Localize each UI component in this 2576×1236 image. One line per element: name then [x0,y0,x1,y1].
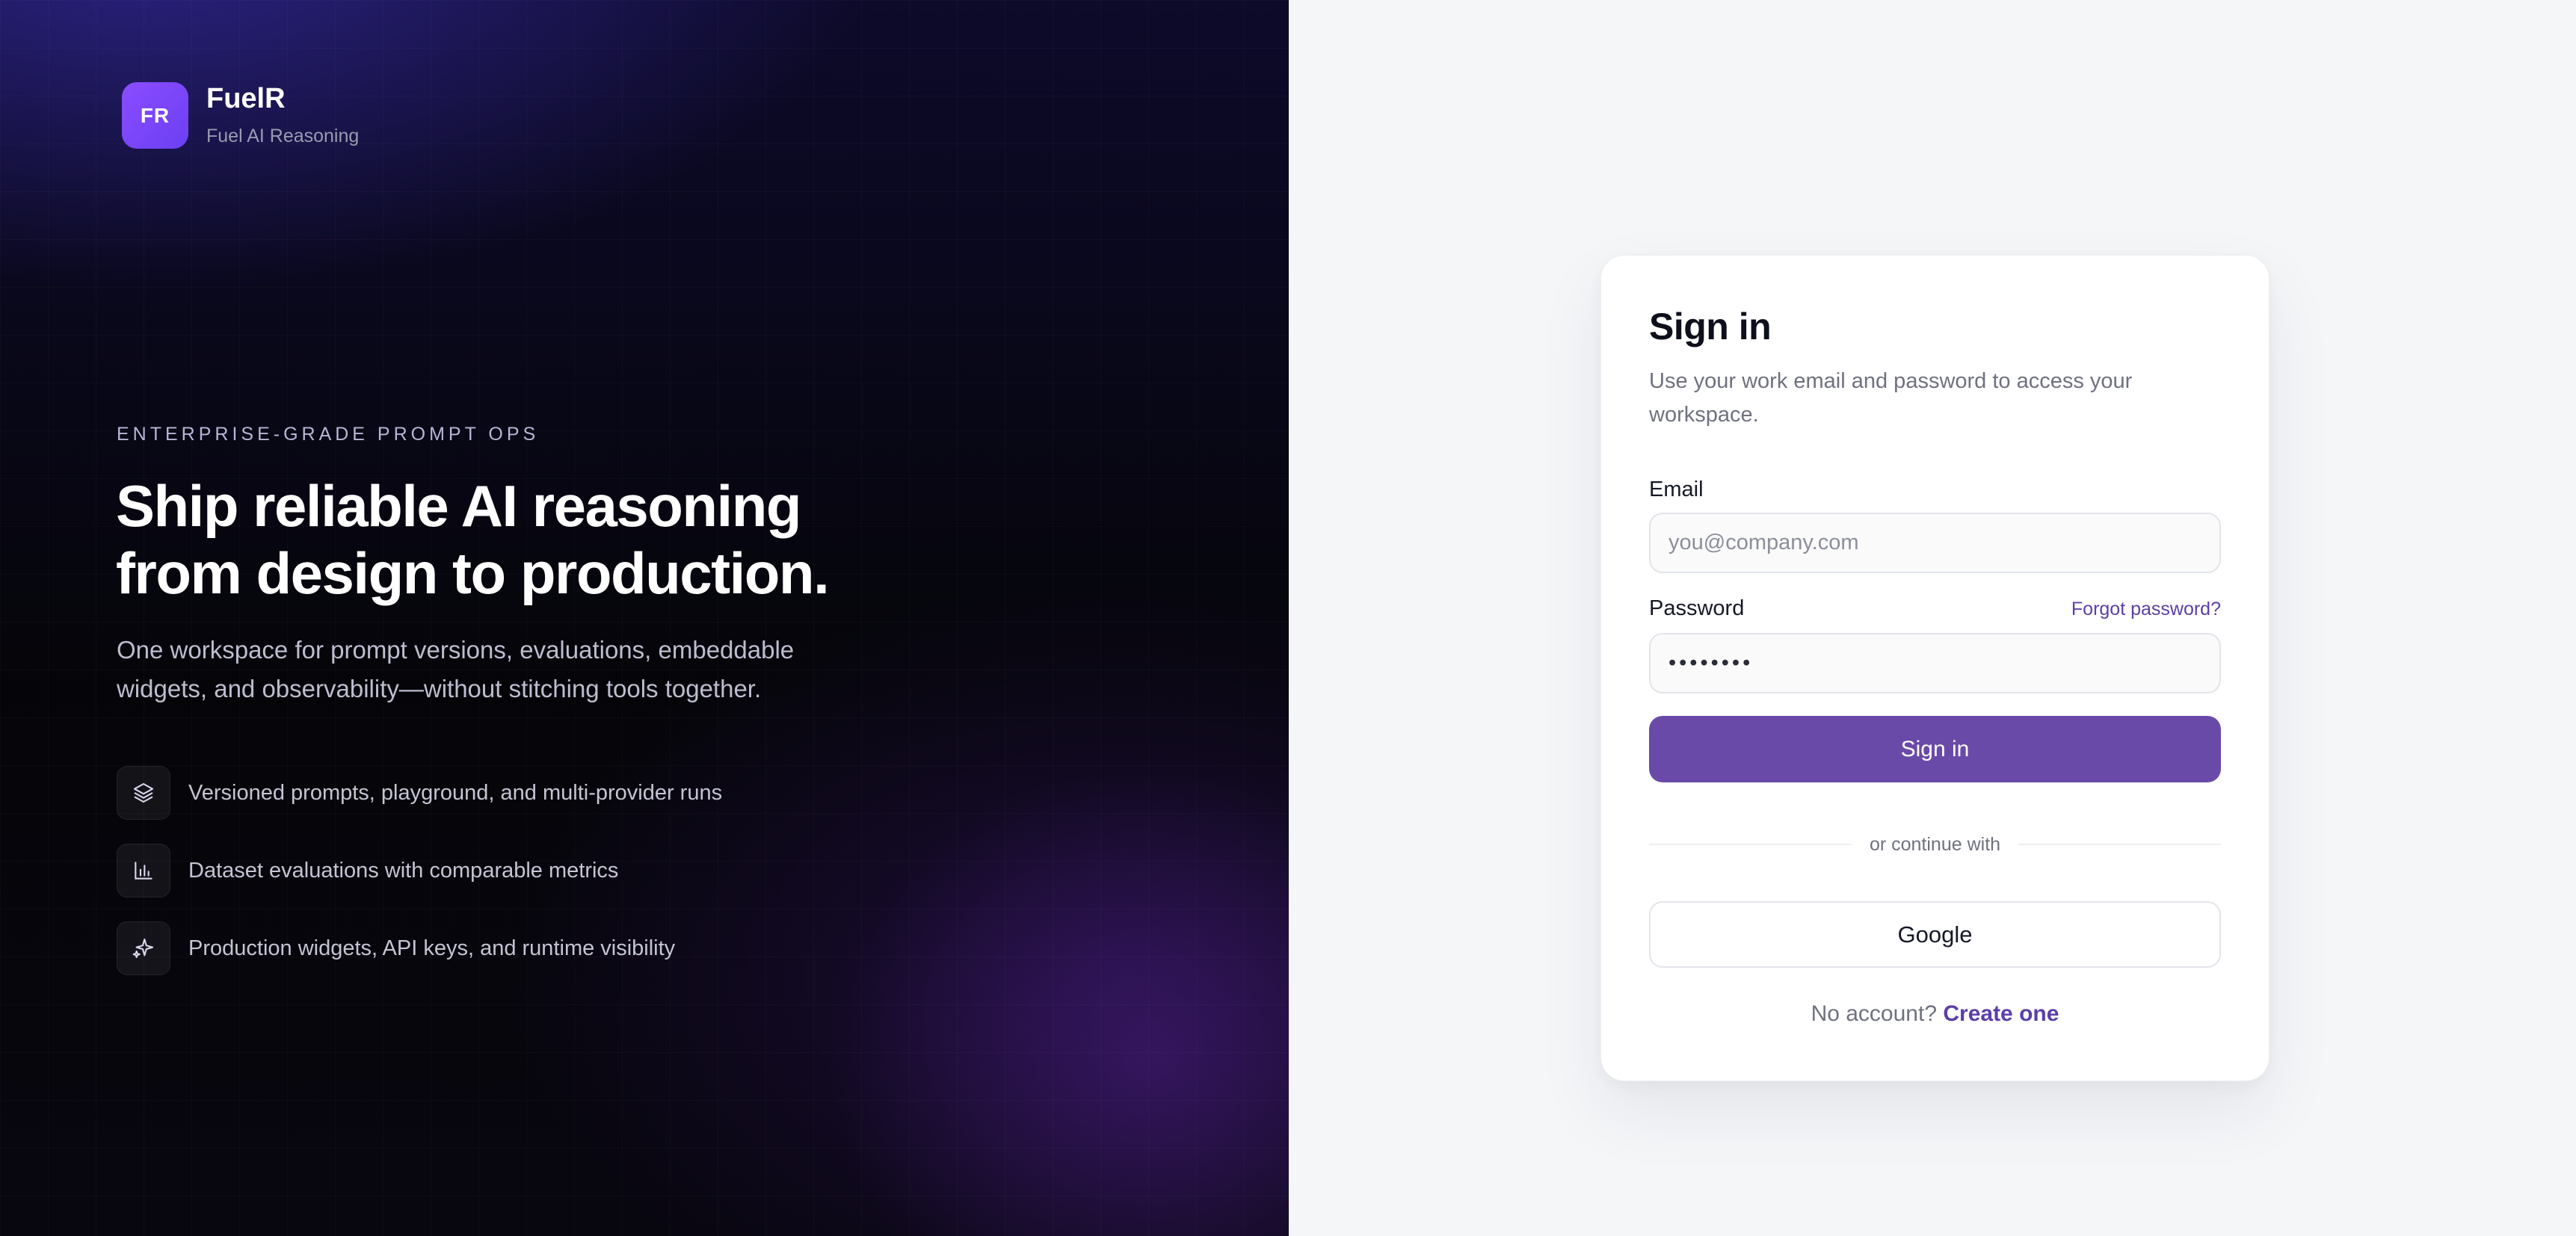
no-account-text: No account? [1811,1001,1938,1026]
forgot-password-link[interactable]: Forgot password? [2071,599,2221,620]
divider: or continue with [1649,829,2222,859]
password-label: Password [1649,596,1745,620]
brand-logo: FR [122,82,188,149]
signup-prompt: No account? Create one [1601,1001,2269,1027]
hero-headline: Ship reliable AI reasoning from design t… [116,472,938,607]
signin-card: Sign in Use your work email and password… [1600,255,2270,1081]
signin-title: Sign in [1649,306,1772,347]
hero-eyebrow: ENTERPRISE-GRADE PROMPT OPS [117,424,540,445]
hero-panel: FR FuelR Fuel AI Reasoning ENTERPRISE-GR… [0,0,1289,1236]
email-field[interactable] [1649,513,2221,573]
password-field[interactable] [1649,633,2221,693]
feature-item: Versioned prompts, playground, and multi… [117,766,722,820]
email-label: Email [1649,478,1704,501]
feature-text: Production widgets, API keys, and runtim… [188,936,676,960]
bar-chart-icon [117,844,170,897]
brand-tagline: Fuel AI Reasoning [206,126,360,146]
brand-text: FuelR Fuel AI Reasoning [206,82,359,148]
hero-description-line-1: One workspace for prompt versions, evalu… [117,636,795,664]
create-account-link[interactable]: Create one [1943,1001,2059,1026]
divider-line [1649,844,1852,845]
brand-name: FuelR [206,83,286,114]
hero-headline-line-2: from design to production. [116,540,830,606]
sign-in-button[interactable]: Sign in [1649,716,2221,782]
brand: FR FuelR Fuel AI Reasoning [122,82,359,149]
hero-headline-line-1: Ship reliable AI reasoning [116,473,802,539]
hero-grid-background [0,0,1289,1236]
divider-text: or continue with [1869,833,2001,855]
layers-icon [117,766,170,820]
sparkles-icon [117,921,170,975]
feature-list: Versioned prompts, playground, and multi… [117,766,722,999]
hero-description: One workspace for prompt versions, evalu… [117,631,864,708]
feature-item: Production widgets, API keys, and runtim… [117,921,722,975]
google-button[interactable]: Google [1649,901,2221,968]
divider-line [2018,844,2222,845]
hero-description-line-2: widgets, and observability—without stitc… [117,675,762,702]
feature-item: Dataset evaluations with comparable metr… [117,844,722,897]
feature-text: Versioned prompts, playground, and multi… [188,780,723,805]
feature-text: Dataset evaluations with comparable metr… [188,858,619,883]
signin-subtitle: Use your work email and password to acce… [1649,369,2133,427]
